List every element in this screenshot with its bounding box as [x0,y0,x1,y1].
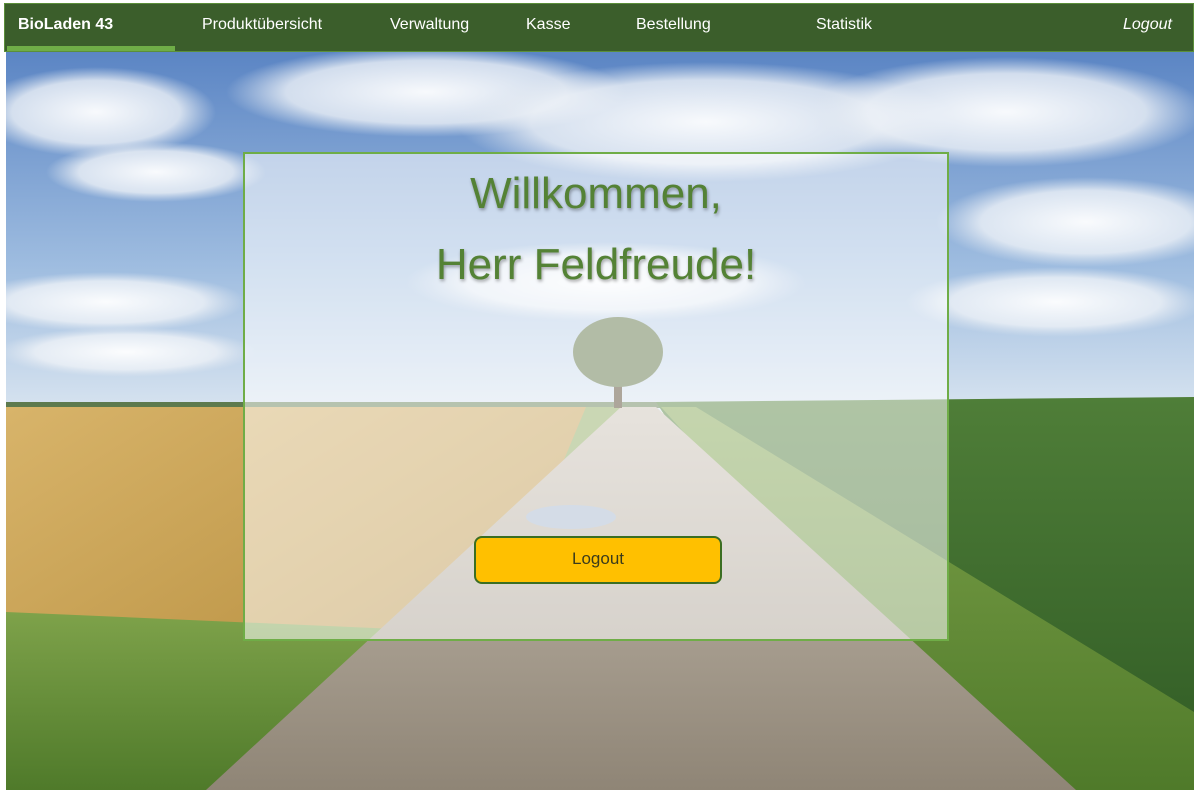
welcome-username: Herr Feldfreude! [435,240,757,289]
nav-item-produktuebersicht[interactable]: Produktübersicht [202,16,322,34]
active-tab-indicator [7,46,175,51]
welcome-panel: Willkommen, Herr Feldfreude! Logout [243,152,949,641]
nav-item-kasse[interactable]: Kasse [526,16,570,34]
nav-brand[interactable]: BioLaden 43 [5,4,175,51]
logout-button[interactable]: Logout [474,536,722,584]
top-navbar: BioLaden 43 Produktübersicht Verwaltung … [4,3,1194,52]
welcome-heading: Willkommen, [470,169,722,218]
brand-label: BioLaden 43 [18,16,114,33]
nav-item-verwaltung[interactable]: Verwaltung [390,16,469,34]
nav-logout-link[interactable]: Logout [1123,16,1172,34]
nav-item-bestellung[interactable]: Bestellung [636,16,711,34]
nav-item-statistik[interactable]: Statistik [816,16,872,34]
app-window: BioLaden 43 Produktübersicht Verwaltung … [4,3,1194,790]
